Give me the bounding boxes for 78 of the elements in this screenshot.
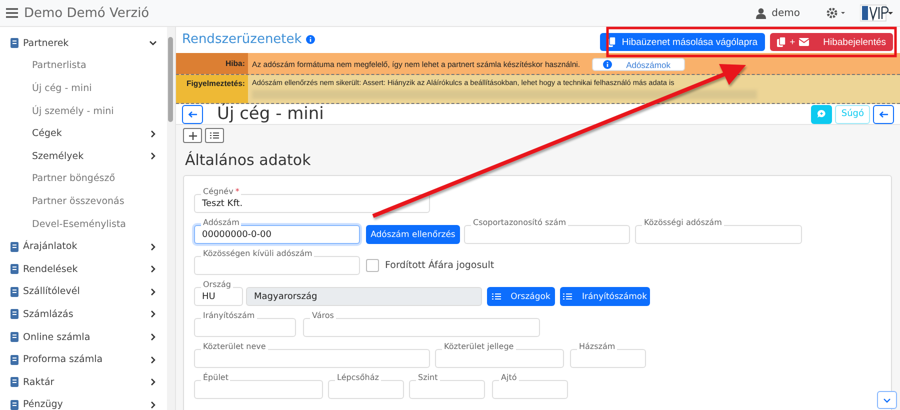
document-icon (10, 242, 19, 252)
sidebar-label: Cégek (32, 128, 62, 140)
sidebar-label: Partner böngésző (32, 173, 116, 184)
sidebar-item[interactable]: Rendelések (0, 258, 167, 281)
sidebar-label: Partnerlista (32, 60, 86, 72)
list-icon (492, 293, 501, 300)
list-icon (563, 293, 572, 300)
arrow-left-icon (188, 110, 197, 118)
sidebar-label: Pénzügy (23, 399, 63, 410)
sidebar-label: Online számla (23, 332, 90, 343)
sidebar-item[interactable]: Árajánlatok (0, 235, 167, 258)
info-icon[interactable] (306, 34, 315, 44)
check-tax-number-button[interactable]: Adószám ellenőrzés (366, 225, 460, 244)
sidebar-subitem[interactable]: Új cég - mini (0, 77, 167, 100)
report-error-button[interactable]: + Hibabejelentés (770, 33, 893, 51)
sidebar-subitem[interactable]: Személyek (0, 144, 167, 168)
document-icon (10, 309, 19, 320)
document-icon (10, 286, 19, 297)
list-button[interactable]: Országok (487, 287, 555, 306)
list-button[interactable] (205, 128, 224, 143)
sidebar-subitem[interactable]: Partner böngésző (0, 168, 167, 190)
document-icon (10, 354, 19, 365)
sidebar-label: Árajánlatok (23, 241, 78, 252)
section-title: Általános adatok (185, 151, 312, 169)
sidebar-label: Rendelések (23, 264, 78, 275)
sidebar-item[interactable]: Raktár (0, 370, 167, 394)
document-icon (10, 377, 19, 388)
document-icon (10, 332, 19, 342)
user-name[interactable]: demo (772, 8, 800, 18)
sidebar-item[interactable]: Számlázás (0, 303, 167, 326)
copy-icon (606, 37, 616, 47)
sidebar-item[interactable]: Szállítólevél (0, 280, 167, 304)
sidebar-item[interactable]: Proforma számla (0, 348, 167, 371)
scrollbar-thumb[interactable] (168, 37, 173, 122)
page-title: Új cég - mini (217, 104, 324, 124)
sidebar-label: Új cég - mini (32, 82, 92, 94)
tax-numbers-button[interactable]: Adószámok (592, 58, 686, 71)
sidebar-subitem[interactable]: Partner összevonás (0, 190, 167, 213)
add-button[interactable] (183, 128, 202, 143)
scroll-down-button[interactable] (877, 391, 897, 409)
messages-title: Rendszerüzenetek (182, 32, 302, 46)
sidebar-label: Raktár (23, 376, 54, 388)
settings-icon[interactable] (826, 7, 846, 19)
info-icon (603, 60, 612, 69)
user-icon (756, 8, 766, 18)
list-button[interactable]: Irányítószámok (560, 287, 650, 306)
back-button[interactable] (182, 104, 203, 124)
sidebar-item[interactable]: Partnerek (0, 32, 167, 55)
arrow-left-icon (879, 110, 888, 118)
sidebar-label: Partnerek (23, 38, 69, 49)
list-icon (210, 132, 219, 139)
copy-message-button[interactable]: Hibaüzenet másolása vágólapra (600, 33, 765, 51)
sidebar-subitem[interactable]: Partnerlista (0, 54, 167, 78)
sidebar-subitem[interactable]: Cégek (0, 122, 167, 145)
app-title: Demo Demó Verzió (24, 6, 150, 20)
sidebar-item[interactable]: Online számla (0, 326, 167, 348)
sidebar-subitem[interactable]: Devel-Eseménylista (0, 212, 167, 236)
sidebar-subitem[interactable]: Új személy - mini (0, 100, 167, 122)
sidebar-label: Devel-Eseménylista (32, 218, 126, 230)
envelope-icon (799, 38, 810, 46)
document-icon (10, 38, 19, 48)
sidebar-label: Proforma számla (23, 354, 103, 366)
document-icon (10, 264, 19, 274)
logo-icon[interactable] (860, 3, 894, 23)
checkbox[interactable] (366, 259, 379, 272)
plus-icon (188, 132, 196, 140)
sidebar-label: Számlázás (23, 308, 74, 320)
back-button[interactable] (873, 104, 894, 124)
sidebar-label: Partner összevonás (32, 196, 124, 207)
chevron-down-icon (883, 398, 891, 402)
copy-icon (776, 37, 786, 47)
sidebar-label: Személyek (32, 150, 84, 162)
sidebar-label: Új személy - mini (32, 106, 114, 117)
menu-icon[interactable] (6, 8, 18, 18)
checkbox-label: Fordított Áfára jogosult (385, 260, 494, 271)
speech-bubble-icon (817, 109, 826, 119)
sidebar-item[interactable]: Pénzügy (0, 394, 167, 410)
sidebar-label: Szállítólevél (23, 286, 80, 298)
